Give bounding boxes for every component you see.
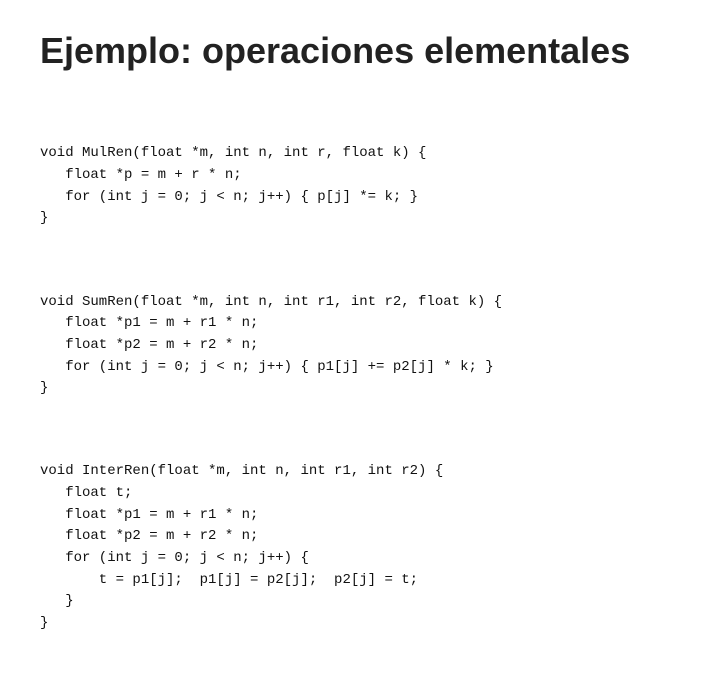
code-line: void MulRen(float *m, int n, int r, floa… — [40, 145, 426, 226]
code-line: void SumRen(float *m, int n, int r1, int… — [40, 294, 502, 397]
code-line: void InterRen(float *m, int n, int r1, i… — [40, 463, 443, 631]
code-section-1: void MulRen(float *m, int n, int r, floa… — [40, 143, 680, 230]
slide-title: Ejemplo: operaciones elementales — [40, 30, 680, 72]
slide: Ejemplo: operaciones elementales void Mu… — [0, 0, 720, 540]
code-section-2: void SumRen(float *m, int n, int r1, int… — [40, 292, 680, 400]
code-section-3: void InterRen(float *m, int n, int r1, i… — [40, 461, 680, 635]
code-block: void MulRen(float *m, int n, int r, floa… — [40, 100, 680, 696]
